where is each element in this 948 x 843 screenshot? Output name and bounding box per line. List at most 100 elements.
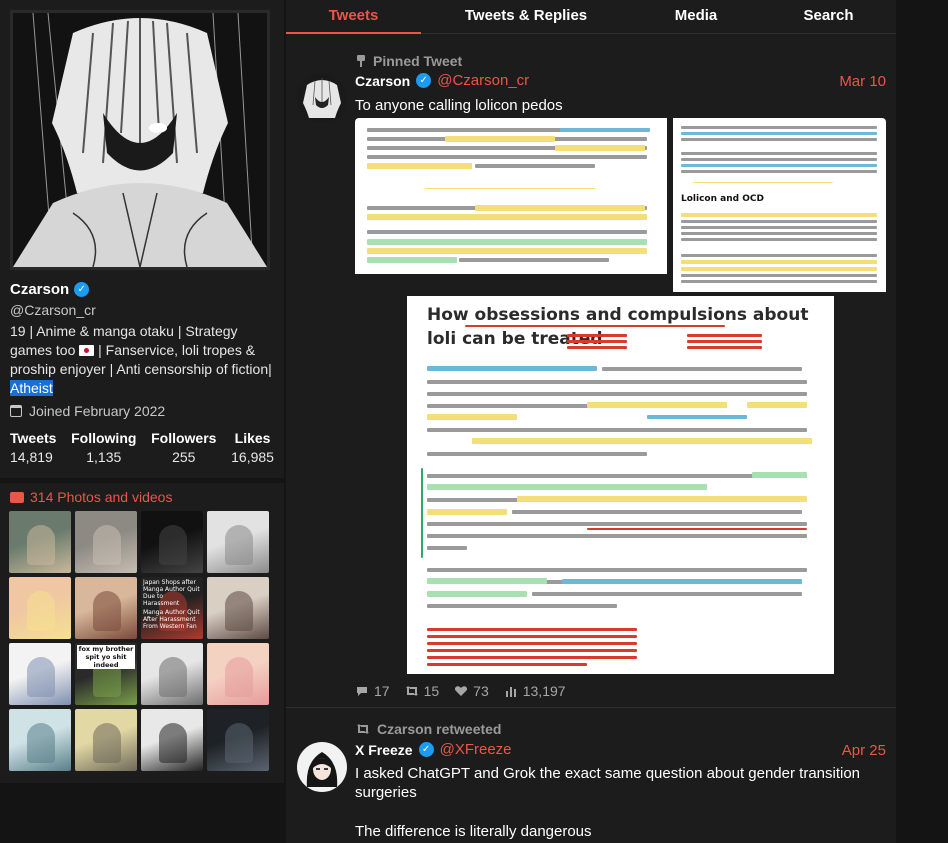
media-thumb[interactable]: fox my brother spit yo shit indeed — [75, 643, 137, 705]
profile-bio: 19 | Anime & manga otaku | Strategy game… — [10, 322, 272, 398]
avatar-image — [297, 742, 347, 792]
timeline: Tweets Tweets & Replies Media Search Pin… — [286, 0, 896, 843]
stat-label: Tweets — [10, 430, 57, 446]
stat-followers[interactable]: Followers 255 — [151, 430, 216, 465]
thumb-shape — [93, 723, 121, 763]
media-thumb[interactable] — [9, 577, 71, 639]
like-count: 73 — [473, 683, 489, 699]
author-handle[interactable]: @XFreeze — [440, 741, 512, 758]
retweet-icon — [357, 724, 369, 734]
stat-label: Following — [71, 430, 137, 446]
thumb-shape — [225, 525, 253, 565]
thumb-shape — [159, 525, 187, 565]
stat-value: 255 — [172, 449, 196, 465]
thumb-shape — [27, 657, 55, 697]
tab-tweets-replies[interactable]: Tweets & Replies — [421, 0, 631, 33]
tweet-date[interactable]: Mar 10 — [839, 73, 886, 90]
profile-tabs: Tweets Tweets & Replies Media Search — [286, 0, 896, 34]
verified-icon: ✓ — [416, 73, 432, 88]
media-thumb[interactable] — [141, 709, 203, 771]
media-title[interactable]: 314 Photos and videos — [10, 489, 172, 505]
tweet-pinned[interactable]: Pinned Tweet Czarson ✓ @Czarson_cr Mar 1… — [286, 40, 896, 708]
photo-icon — [10, 491, 24, 503]
stat-tweets[interactable]: Tweets 14,819 — [10, 430, 56, 465]
reply-icon — [357, 687, 367, 696]
thumb-caption: Japan Shops after Manga Author Quit Due … — [143, 579, 200, 607]
tab-tweets[interactable]: Tweets — [286, 0, 421, 34]
thumb-shape — [159, 723, 187, 763]
media-thumb[interactable] — [207, 577, 269, 639]
media-thumb[interactable] — [207, 511, 269, 573]
author-name[interactable]: X Freeze — [355, 742, 413, 758]
retweet-icon — [405, 686, 418, 696]
reply-button[interactable]: 17 — [355, 683, 390, 699]
media-thumb[interactable] — [207, 709, 269, 771]
media-card: 314 Photos and videos Japan Shops after … — [0, 483, 284, 783]
calendar-icon — [10, 405, 22, 417]
tweet-image-2[interactable]: Lolicon and OCD — [673, 118, 886, 292]
media-thumb[interactable] — [9, 709, 71, 771]
thumb-caption: fox my brother spit yo shit indeed — [77, 645, 135, 669]
retweet-count: 15 — [423, 683, 440, 699]
thumb-shape — [27, 723, 55, 763]
views-icon — [505, 687, 516, 697]
media-thumb[interactable] — [207, 643, 269, 705]
media-thumb[interactable] — [75, 511, 137, 573]
stat-label: Followers — [151, 430, 217, 446]
stat-following[interactable]: Following 1,135 — [71, 430, 136, 465]
image-3-title: How obsessions and compulsions about lol… — [427, 305, 809, 349]
thumb-shape — [225, 723, 253, 763]
media-thumb[interactable] — [75, 709, 137, 771]
tweet-retweet[interactable]: Czarson retweeted X Freeze ✓ @XFreeze Ap… — [286, 710, 896, 843]
pinned-text: Pinned Tweet — [373, 53, 463, 69]
left-column: Czarson ✓ @Czarson_cr 19 | Anime & manga… — [0, 0, 284, 843]
retweeted-label: Czarson retweeted — [356, 721, 501, 737]
tweet-text: To anyone calling lolicon pedos — [355, 97, 563, 114]
tweet-avatar[interactable] — [297, 742, 347, 792]
stat-value: 14,819 — [10, 449, 53, 465]
tweet-header: X Freeze ✓ @XFreeze — [355, 741, 512, 758]
tweet-image-1[interactable] — [355, 118, 667, 274]
joined-text: Joined February 2022 — [29, 403, 166, 419]
tab-search[interactable]: Search — [761, 0, 896, 33]
image-2-heading: Lolicon and OCD — [681, 194, 764, 204]
media-thumb[interactable] — [75, 577, 137, 639]
stat-label: Likes — [234, 430, 271, 446]
avatar-image — [297, 73, 347, 123]
media-thumb[interactable] — [9, 511, 71, 573]
media-thumb[interactable] — [9, 643, 71, 705]
profile-stats: Tweets 14,819 Following 1,135 Followers … — [10, 430, 274, 465]
author-name[interactable]: Czarson — [355, 73, 410, 89]
tweet-text-2: The difference is literally dangerous — [355, 823, 592, 840]
thumb-shape — [93, 591, 121, 631]
thumb-shape — [27, 591, 55, 631]
thumb-shape — [93, 525, 121, 565]
tweet-text: I asked ChatGPT and Grok the exact same … — [355, 765, 861, 801]
media-thumb[interactable] — [141, 511, 203, 573]
pin-icon — [356, 55, 366, 67]
author-handle[interactable]: @Czarson_cr — [437, 72, 529, 89]
profile-name: Czarson ✓ — [10, 281, 90, 298]
view-count: 13,197 — [522, 683, 566, 699]
japan-flag-icon — [79, 345, 95, 356]
profile-avatar[interactable] — [10, 10, 270, 270]
tweet-header: Czarson ✓ @Czarson_cr — [355, 72, 529, 89]
stat-likes[interactable]: Likes 16,985 — [231, 430, 274, 465]
tab-media[interactable]: Media — [631, 0, 761, 33]
tweet-image-3[interactable]: How obsessions and compulsions about lol… — [407, 296, 834, 674]
thumb-shape — [159, 657, 187, 697]
tweet-avatar[interactable] — [297, 73, 347, 123]
tweet-date[interactable]: Apr 25 — [842, 742, 886, 759]
media-thumb[interactable]: Japan Shops after Manga Author Quit Due … — [141, 577, 203, 639]
profile-card: Czarson ✓ @Czarson_cr 19 | Anime & manga… — [0, 0, 284, 478]
thumb-shape — [27, 525, 55, 565]
profile-name-text: Czarson — [10, 281, 70, 298]
media-grid: Japan Shops after Manga Author Quit Due … — [9, 511, 269, 771]
like-button[interactable]: 73 — [454, 683, 489, 699]
retweet-button[interactable]: 15 — [405, 683, 440, 699]
media-thumb[interactable] — [141, 643, 203, 705]
thumb-shape — [225, 591, 253, 631]
bio-selected-text: Atheist — [10, 380, 53, 396]
retweeted-text: Czarson retweeted — [377, 721, 502, 737]
avatar-illustration — [13, 13, 267, 267]
